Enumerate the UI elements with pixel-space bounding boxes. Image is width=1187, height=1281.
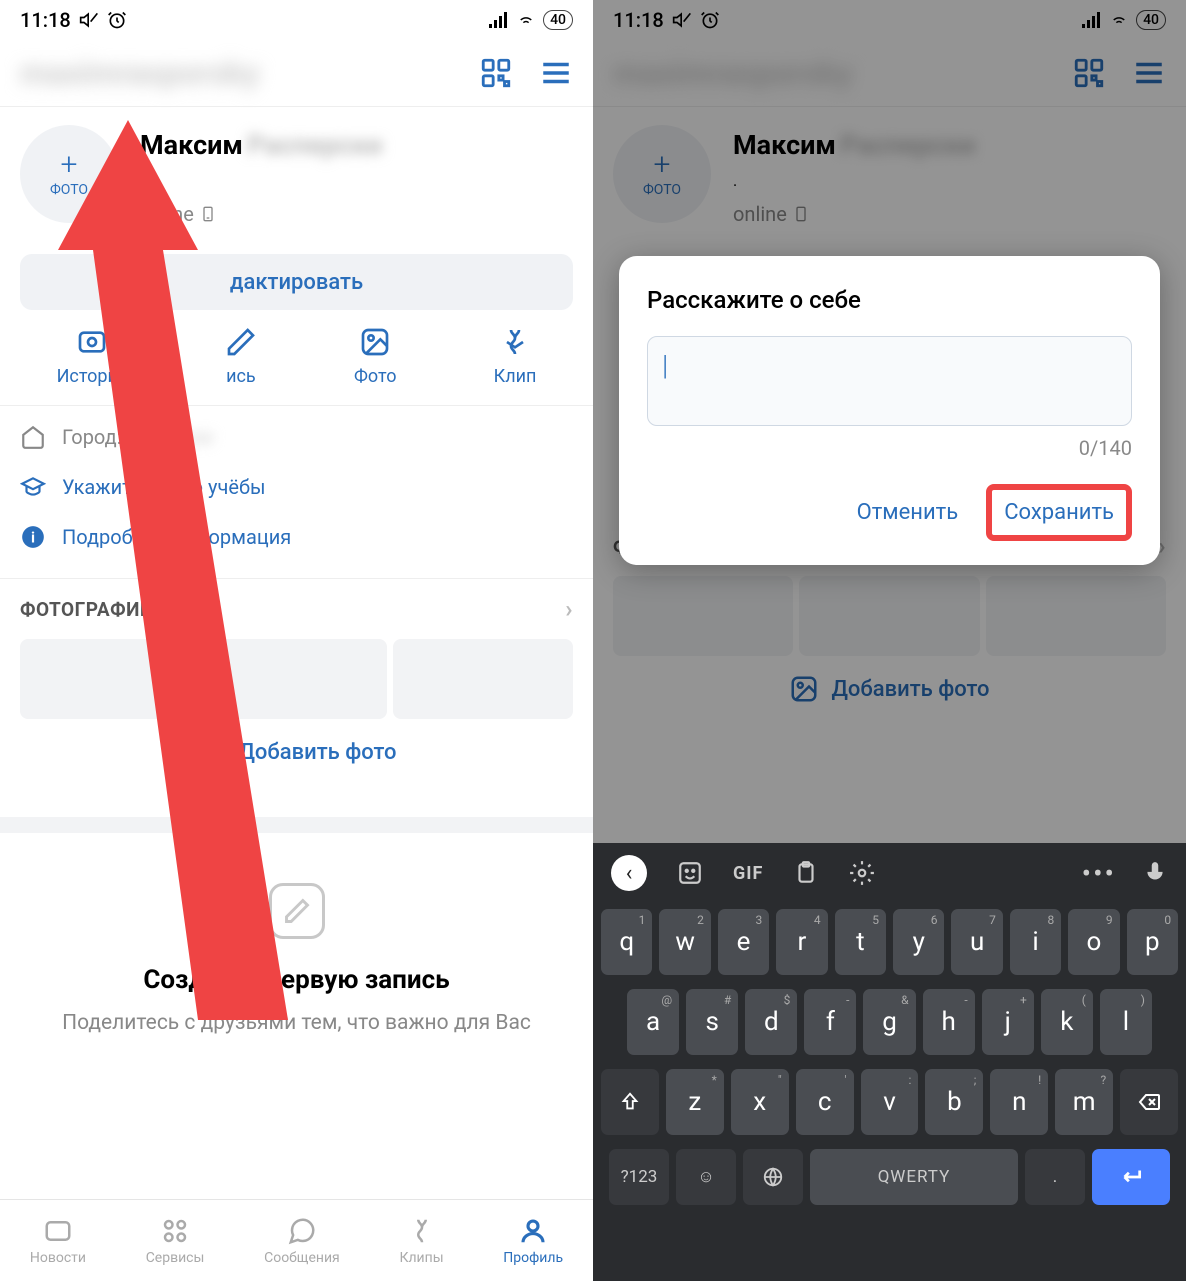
kb-key-y[interactable]: y6 bbox=[893, 909, 944, 975]
kb-key-t[interactable]: t5 bbox=[835, 909, 886, 975]
settings-icon[interactable] bbox=[849, 860, 875, 886]
profile-name: МаксимРасперски bbox=[140, 129, 573, 161]
kb-key-w[interactable]: w2 bbox=[659, 909, 710, 975]
kb-key-s[interactable]: s# bbox=[686, 989, 738, 1055]
kb-backspace[interactable] bbox=[1120, 1069, 1178, 1135]
nav-messages[interactable]: Сообщения bbox=[264, 1216, 340, 1266]
action-photo[interactable]: Фото bbox=[354, 326, 397, 387]
kb-key-r[interactable]: r4 bbox=[776, 909, 827, 975]
wifi-icon bbox=[515, 11, 537, 29]
kb-row-2: a@s#d$f-g&h-j+k(l) bbox=[601, 989, 1178, 1055]
kb-key-l[interactable]: l) bbox=[1100, 989, 1152, 1055]
mobile-icon bbox=[200, 206, 216, 222]
photo-tile[interactable] bbox=[206, 639, 386, 719]
cancel-button[interactable]: Отменить bbox=[843, 484, 973, 541]
kb-key-q[interactable]: q1 bbox=[601, 909, 652, 975]
kb-key-c[interactable]: c' bbox=[796, 1069, 854, 1135]
more-icon[interactable]: ••• bbox=[1082, 857, 1116, 890]
kb-key-m[interactable]: m? bbox=[1055, 1069, 1113, 1135]
action-story[interactable]: История bbox=[57, 326, 128, 387]
kb-row-3: z*x"c'v:b;n!m? bbox=[601, 1069, 1178, 1135]
clipboard-icon[interactable] bbox=[793, 860, 819, 886]
phone-left: 11:18 40 maximrasporsky + ФОТО МаксимРас… bbox=[0, 0, 593, 1281]
kb-period[interactable]: . bbox=[1025, 1149, 1085, 1205]
kb-key-i[interactable]: i8 bbox=[1010, 909, 1061, 975]
profile-status[interactable]: . bbox=[140, 171, 573, 190]
keyboard: ‹ GIF ••• q1w2e3r4t5y6u7i8o9p0 a@s#d$f-g… bbox=[593, 843, 1186, 1281]
kb-key-v[interactable]: v: bbox=[861, 1069, 919, 1135]
kb-collapse-icon[interactable]: ‹ bbox=[611, 855, 647, 891]
pencil-icon bbox=[269, 883, 325, 939]
kb-row-1: q1w2e3r4t5y6u7i8o9p0 bbox=[601, 909, 1178, 975]
profile-section: + ФОТО МаксимРасперски . online bbox=[0, 107, 593, 236]
kb-key-j[interactable]: j+ bbox=[982, 989, 1034, 1055]
page-header: maximrasporsky bbox=[0, 40, 593, 106]
info-list: Город:Moscow Укажите место учёбы i Подро… bbox=[0, 406, 593, 578]
save-button[interactable]: Сохранить bbox=[986, 484, 1132, 541]
avatar-add-button[interactable]: + ФОТО bbox=[20, 125, 118, 223]
kb-key-u[interactable]: u7 bbox=[951, 909, 1002, 975]
add-photo-button[interactable]: Добавить фото bbox=[0, 719, 593, 807]
nav-profile[interactable]: Профиль bbox=[503, 1216, 563, 1266]
photos-header[interactable]: ФОТОГРАФИИ › bbox=[0, 579, 593, 639]
about-dialog: Расскажите о себе | 0/140 Отменить Сохра… bbox=[619, 256, 1160, 565]
kb-enter[interactable] bbox=[1092, 1149, 1170, 1205]
dialog-title: Расскажите о себе bbox=[647, 286, 1132, 314]
chevron-right-icon: › bbox=[565, 595, 573, 623]
mic-icon[interactable] bbox=[1142, 860, 1168, 886]
nav-services[interactable]: Сервисы bbox=[146, 1216, 205, 1266]
status-bar: 11:18 40 bbox=[0, 0, 593, 40]
kb-key-p[interactable]: p0 bbox=[1127, 909, 1178, 975]
kb-language[interactable] bbox=[743, 1149, 803, 1205]
photo-tile[interactable] bbox=[20, 639, 200, 719]
nav-news[interactable]: Новости bbox=[30, 1216, 86, 1266]
kb-key-f[interactable]: f- bbox=[804, 989, 856, 1055]
char-counter: 0/140 bbox=[647, 436, 1132, 460]
edit-profile-button[interactable]: дактировать bbox=[20, 254, 573, 310]
action-clip[interactable]: Клип bbox=[494, 326, 537, 387]
kb-key-k[interactable]: k( bbox=[1041, 989, 1093, 1055]
username: maximrasporsky bbox=[20, 54, 260, 92]
online-status: online bbox=[140, 202, 573, 226]
action-row: История ись Фото Клип bbox=[0, 310, 593, 405]
muted-icon bbox=[79, 10, 99, 30]
signal-icon bbox=[489, 12, 509, 28]
kb-key-g[interactable]: g& bbox=[863, 989, 915, 1055]
create-post-section: Создайте первую запись Поделитесь с друз… bbox=[0, 833, 593, 1068]
kb-key-e[interactable]: e3 bbox=[718, 909, 769, 975]
kb-key-d[interactable]: d$ bbox=[745, 989, 797, 1055]
kb-symbols[interactable]: ?123 bbox=[609, 1149, 669, 1205]
status-time: 11:18 bbox=[20, 8, 71, 32]
phone-right: 11:18 40 maximrasporsky + ФОТО МаксимРас… bbox=[593, 0, 1186, 1281]
info-city[interactable]: Город:Moscow bbox=[20, 412, 573, 462]
gif-button[interactable]: GIF bbox=[733, 863, 763, 884]
kb-spacebar[interactable]: QWERTY bbox=[810, 1149, 1018, 1205]
kb-key-o[interactable]: o9 bbox=[1068, 909, 1119, 975]
photo-tile[interactable] bbox=[393, 639, 573, 719]
info-education[interactable]: Укажите место учёбы bbox=[20, 462, 573, 512]
action-post[interactable]: ись bbox=[225, 326, 257, 387]
kb-key-a[interactable]: a@ bbox=[627, 989, 679, 1055]
kb-key-x[interactable]: x" bbox=[731, 1069, 789, 1135]
nav-clips[interactable]: Клипы bbox=[399, 1216, 443, 1266]
kb-shift[interactable] bbox=[601, 1069, 659, 1135]
create-post-subtitle: Поделитесь с друзьями тем, что важно для… bbox=[30, 1009, 563, 1038]
photo-tiles bbox=[0, 639, 593, 719]
kb-key-h[interactable]: h- bbox=[923, 989, 975, 1055]
kb-key-b[interactable]: b; bbox=[925, 1069, 983, 1135]
plus-icon: + bbox=[61, 150, 78, 180]
menu-icon[interactable] bbox=[539, 56, 573, 90]
kb-key-z[interactable]: z* bbox=[666, 1069, 724, 1135]
kb-key-n[interactable]: n! bbox=[990, 1069, 1048, 1135]
alarm-icon bbox=[107, 10, 127, 30]
bottom-nav: Новости Сервисы Сообщения Клипы Профиль bbox=[0, 1199, 593, 1281]
svg-text:i: i bbox=[31, 528, 35, 546]
qr-icon[interactable] bbox=[479, 56, 513, 90]
info-details[interactable]: i Подробная информация bbox=[20, 512, 573, 562]
battery-indicator: 40 bbox=[543, 10, 573, 30]
about-textarea[interactable]: | bbox=[647, 336, 1132, 426]
create-post-title: Создайте первую запись bbox=[30, 965, 563, 995]
sticker-icon[interactable] bbox=[677, 860, 703, 886]
kb-emoji[interactable]: ☺ bbox=[676, 1149, 736, 1205]
